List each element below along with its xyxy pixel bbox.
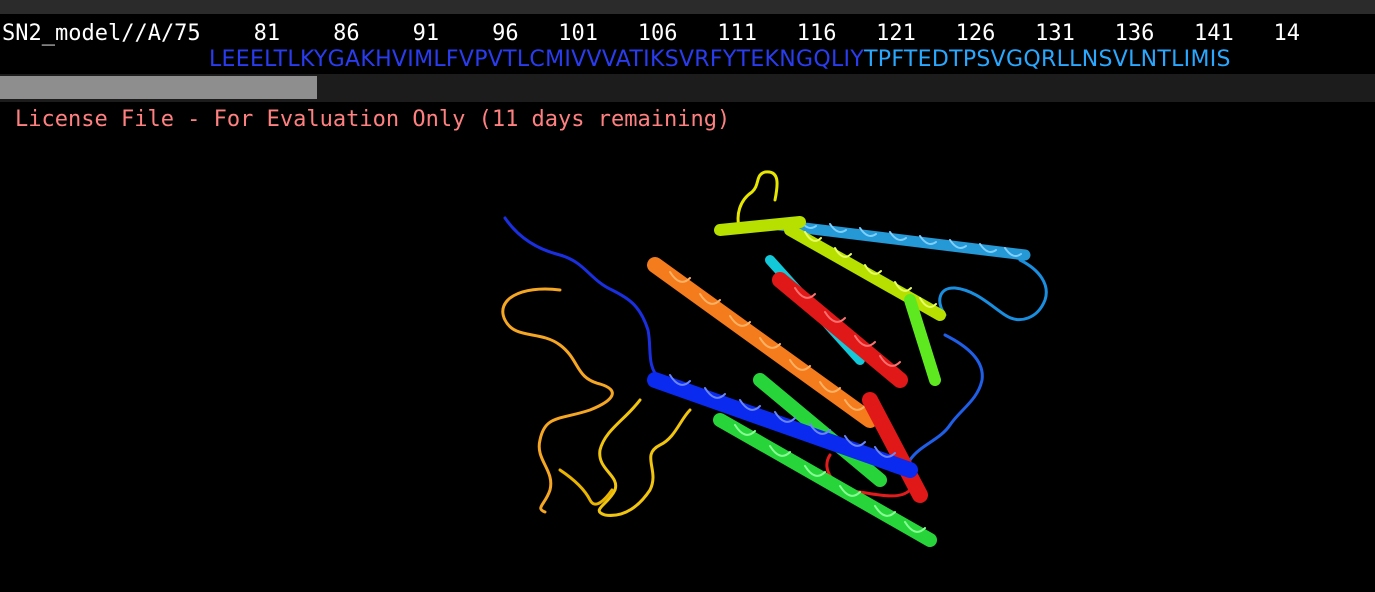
coil-loop-orange: [501, 287, 614, 514]
pymol-viewer[interactable]: SN2_model//A/75 81 86 91 96 101 106 111 …: [0, 0, 1375, 592]
coil-loop-gold: [558, 468, 614, 506]
license-banner: License File - For Evaluation Only (11 d…: [15, 107, 731, 132]
molecule-cartoon[interactable]: [0, 0, 1375, 592]
coil-loop-yellow: [597, 398, 692, 517]
coil-n-terminus: [503, 216, 662, 382]
coil-right-lightblue: [938, 258, 1048, 321]
helices: [647, 216, 1031, 547]
